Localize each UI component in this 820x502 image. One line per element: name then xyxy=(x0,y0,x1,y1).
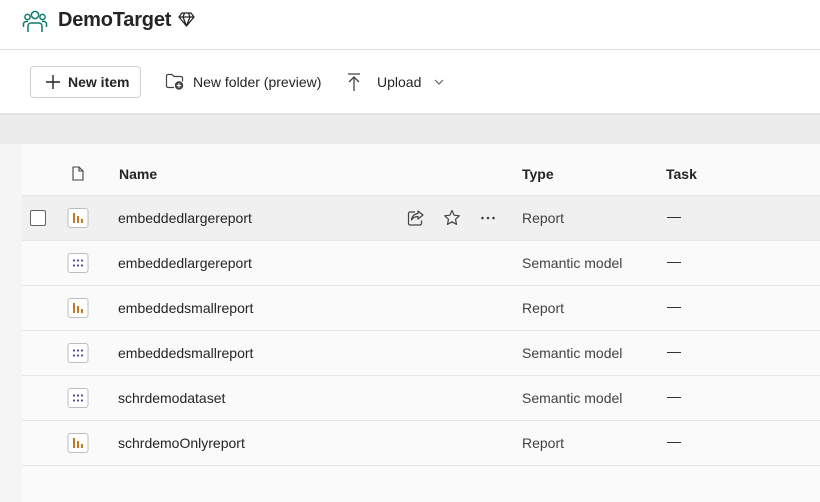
item-name[interactable]: embeddedlargereport xyxy=(118,255,252,271)
semantic-model-icon xyxy=(67,253,89,273)
file-type-icon xyxy=(72,166,84,181)
item-type: Report xyxy=(522,435,565,451)
table-header: Name Type Task xyxy=(22,144,820,196)
new-item-label: New item xyxy=(68,74,130,90)
item-type: Semantic model xyxy=(522,390,623,406)
toolbar: New item New folder (preview) Upload xyxy=(0,50,820,115)
table-row[interactable]: embeddedlargereport Report — xyxy=(22,196,820,241)
item-task: — xyxy=(667,343,681,359)
row-checkbox[interactable] xyxy=(30,210,46,226)
items-table: Name Type Task embeddedlargereport Repor… xyxy=(22,144,820,502)
item-type: Semantic model xyxy=(522,345,623,361)
report-icon xyxy=(67,208,89,228)
workspace-header: DemoTarget xyxy=(0,0,820,50)
people-workspace-icon xyxy=(22,10,48,32)
item-name[interactable]: embeddedlargereport xyxy=(118,210,252,226)
diamond-icon[interactable] xyxy=(178,12,195,27)
item-type: Report xyxy=(522,210,565,226)
table-row[interactable]: embeddedsmallreport Semantic model — xyxy=(22,331,820,376)
chevron-down-icon[interactable] xyxy=(434,78,444,86)
upload-button[interactable]: Upload xyxy=(346,66,444,98)
semantic-model-icon xyxy=(67,343,89,363)
semantic-model-icon xyxy=(67,388,89,408)
upload-icon xyxy=(348,73,360,91)
item-name[interactable]: schrdemoOnlyreport xyxy=(118,435,245,451)
item-name[interactable]: embeddedsmallreport xyxy=(118,345,253,361)
column-header-type[interactable]: Type xyxy=(522,166,554,182)
new-folder-label: New folder (preview) xyxy=(193,74,322,90)
new-folder-button[interactable]: New folder (preview) xyxy=(165,66,321,98)
item-name[interactable]: embeddedsmallreport xyxy=(118,300,253,316)
report-icon xyxy=(67,298,89,318)
item-name[interactable]: schrdemodataset xyxy=(118,390,225,406)
table-row[interactable]: embeddedlargereport Semantic model — xyxy=(22,241,820,286)
item-task: — xyxy=(667,253,681,269)
table-row[interactable]: schrdemoOnlyreport Report — xyxy=(22,421,820,466)
item-task: — xyxy=(667,433,681,449)
report-icon xyxy=(67,433,89,453)
item-task: — xyxy=(667,298,681,314)
workspace-title: DemoTarget xyxy=(58,9,172,31)
table-row[interactable]: embeddedsmallreport Report — xyxy=(22,286,820,331)
filter-band xyxy=(0,115,820,144)
table-row[interactable]: schrdemodataset Semantic model — xyxy=(22,376,820,421)
share-icon[interactable] xyxy=(407,209,425,227)
plus-icon xyxy=(46,75,60,89)
item-type: Report xyxy=(522,300,565,316)
new-item-button[interactable]: New item xyxy=(30,66,141,98)
upload-label: Upload xyxy=(377,74,422,90)
item-type: Semantic model xyxy=(522,255,623,271)
column-header-task[interactable]: Task xyxy=(666,166,697,182)
more-options-icon[interactable] xyxy=(479,209,497,227)
item-task: — xyxy=(667,208,681,224)
column-header-name[interactable]: Name xyxy=(119,166,157,182)
item-task: — xyxy=(667,388,681,404)
star-icon[interactable] xyxy=(443,209,461,227)
folder-add-icon xyxy=(165,73,184,90)
